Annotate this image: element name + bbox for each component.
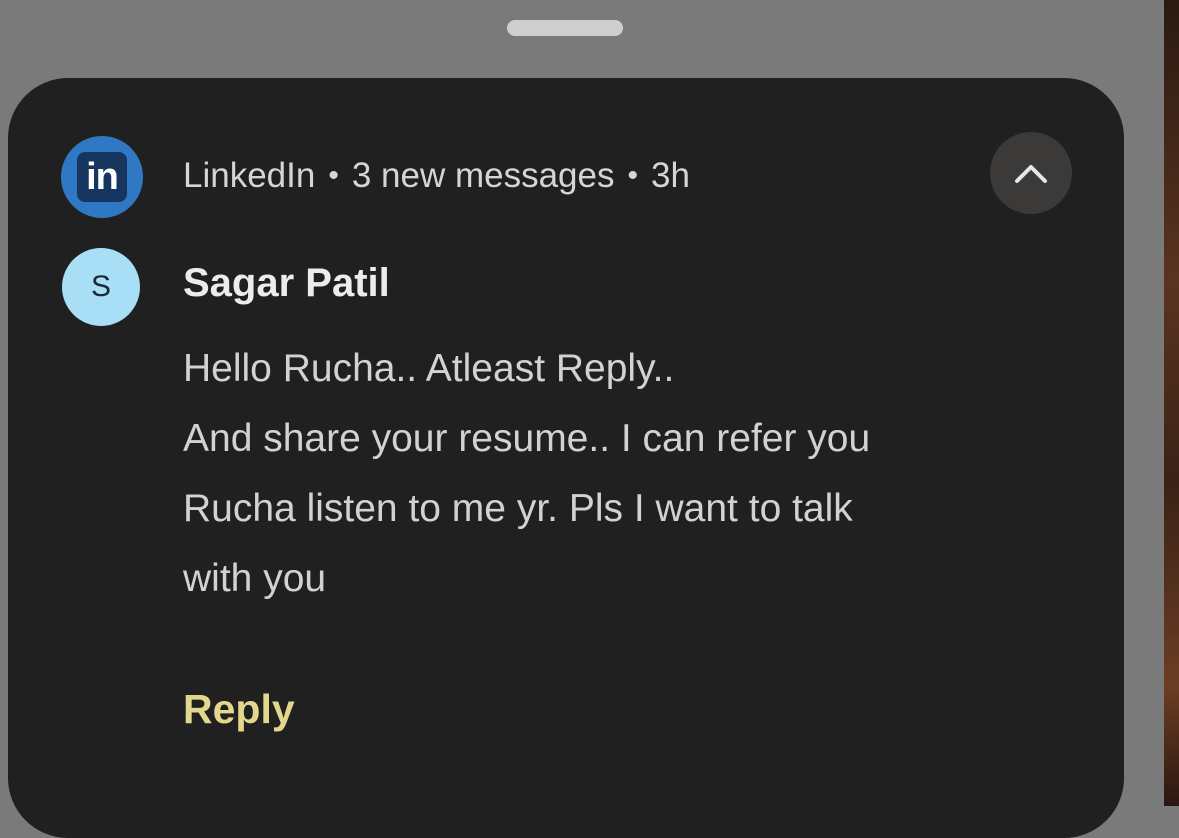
background-edge bbox=[1164, 0, 1179, 806]
chevron-up-icon bbox=[1015, 165, 1047, 183]
sender-name: Sagar Patil bbox=[183, 261, 390, 305]
message-line: And share your resume.. I can refer you bbox=[183, 417, 871, 460]
notification-header: LinkedIn • 3 new messages • 3h bbox=[183, 152, 690, 200]
message-line: Hello Rucha.. Atleast Reply.. bbox=[183, 347, 675, 390]
message-summary: 3 new messages bbox=[351, 156, 615, 195]
reply-button[interactable]: Reply bbox=[183, 680, 295, 738]
timestamp: 3h bbox=[651, 156, 690, 195]
collapse-button[interactable] bbox=[990, 132, 1072, 214]
linkedin-icon: in bbox=[61, 136, 143, 218]
message-body: Hello Rucha.. Atleast Reply.. And share … bbox=[183, 334, 1083, 614]
linkedin-logo: in bbox=[77, 152, 127, 202]
separator-dot: • bbox=[328, 159, 339, 192]
app-name: LinkedIn bbox=[183, 156, 316, 195]
drag-handle[interactable] bbox=[507, 20, 623, 36]
separator-dot: • bbox=[627, 159, 638, 192]
avatar: S bbox=[62, 248, 140, 326]
message-line: with you bbox=[183, 557, 327, 600]
message-line: Rucha listen to me yr. Pls I want to tal… bbox=[183, 487, 853, 530]
